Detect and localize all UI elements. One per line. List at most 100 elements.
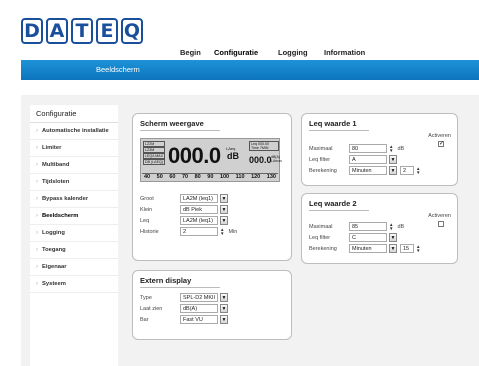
maximaal-label: Maximaal: [309, 145, 333, 152]
maximaal-label: Maximaal: [309, 223, 333, 230]
groot-row: Groot LA2M (leq1) ▼: [140, 194, 228, 203]
logo-letter: D: [21, 18, 43, 44]
maximaal-unit: dB: [397, 223, 405, 230]
chevron-right-icon: ›: [36, 196, 38, 202]
leq-filter-select[interactable]: C: [349, 233, 387, 242]
leq-filter-row: Leq filter A ▼: [309, 155, 397, 164]
nav-begin[interactable]: Begin: [180, 48, 214, 57]
nav-logging[interactable]: Logging: [278, 48, 324, 57]
sidebar-item-systeem[interactable]: › Systeem: [30, 276, 118, 293]
dropdown-arrow-icon[interactable]: ▼: [220, 205, 228, 214]
leq-filter-row: Leq filter C ▼: [309, 233, 397, 242]
activeren-label: Activeren: [428, 213, 451, 219]
sidebar-title: Configuratie: [30, 105, 118, 123]
dropdown-arrow-icon[interactable]: ▼: [220, 304, 228, 313]
extern-display-panel: Extern display Type SPL-D2 MKII ▼ Laat z…: [132, 270, 292, 340]
sidebar-item-bypass-kalender[interactable]: › Bypass kalender: [30, 191, 118, 208]
historie-input[interactable]: 2: [180, 227, 218, 236]
type-row: Type SPL-D2 MKII ▼: [140, 293, 228, 302]
lcd-indicator: DB (LAEQ): [143, 159, 165, 165]
berekening-row: Berekening Minuten ▼ 2 ▲ ▼: [309, 166, 420, 175]
leq-waarde-1-panel: Leq waarde 1 Maximaal 80 ▲ ▼ dB Leq filte…: [301, 113, 458, 186]
nav-configuratie[interactable]: Configuratie: [214, 48, 278, 57]
page-title: Beeldscherm: [96, 65, 140, 74]
sidebar-item-tijdsloten[interactable]: › Tijdsloten: [30, 174, 118, 191]
groot-select[interactable]: LA2M (leq1): [180, 194, 218, 203]
sidebar: Configuratie › Automatische installatie ›…: [30, 105, 118, 366]
sidebar-item-label: Systeem: [42, 281, 66, 287]
dropdown-arrow-icon[interactable]: ▼: [220, 194, 228, 203]
activeren-checkbox[interactable]: ✓: [438, 141, 444, 147]
dateq-logo: D A T E Q: [21, 18, 143, 44]
activeren-checkbox[interactable]: [438, 221, 444, 227]
berekening-row: Berekening Minuten ▼ 15 ▲ ▼: [309, 244, 420, 253]
spinner-icon[interactable]: ▲ ▼: [389, 222, 393, 231]
dropdown-arrow-icon[interactable]: ▼: [220, 293, 228, 302]
dropdown-arrow-icon[interactable]: ▼: [389, 166, 397, 175]
berekening-number[interactable]: 15: [400, 244, 414, 253]
klein-select[interactable]: dB Piek: [180, 205, 218, 214]
top-navigation: Begin Configuratie Logging Information: [180, 48, 365, 57]
chevron-right-icon: ›: [36, 213, 38, 219]
historie-label: Historie: [140, 228, 159, 235]
dropdown-arrow-icon[interactable]: ▼: [220, 315, 228, 324]
spinner-icon[interactable]: ▲ ▼: [416, 244, 420, 253]
leq-filter-label: Leq filter: [309, 234, 331, 241]
berekening-select[interactable]: Minuten: [349, 244, 387, 253]
sidebar-item-logging[interactable]: › Logging: [30, 225, 118, 242]
leq-label: Leq: [140, 217, 150, 224]
sidebar-item-beeldscherm[interactable]: › Beeldscherm: [30, 208, 118, 225]
scale-tick: 80: [194, 174, 201, 180]
spinner-icon[interactable]: ▲ ▼: [220, 227, 224, 236]
dropdown-arrow-icon[interactable]: ▼: [220, 216, 228, 225]
dropdown-arrow-icon[interactable]: ▼: [389, 155, 397, 164]
spinner-icon[interactable]: ▲ ▼: [389, 144, 393, 153]
lcd-main-unit: dB: [227, 151, 239, 161]
title-divider: [140, 287, 220, 288]
sidebar-item-label: Beeldscherm: [42, 213, 79, 219]
scale-tick: 40: [144, 174, 151, 180]
maximaal-unit: dB: [397, 145, 405, 152]
scale-tick: 60: [169, 174, 176, 180]
sidebar-item-label: Multiband: [42, 162, 70, 168]
groot-label: Groot: [140, 195, 154, 202]
sidebar-item-toegang[interactable]: › Toegang: [30, 242, 118, 259]
leq-select[interactable]: LA2M (leq1): [180, 216, 218, 225]
chevron-right-icon: ›: [36, 264, 38, 270]
activeren-label: Activeren: [428, 133, 451, 139]
laat-zien-select[interactable]: dB(A): [180, 304, 218, 313]
sidebar-item-limiter[interactable]: › Limiter: [30, 140, 118, 157]
chevron-right-icon: ›: [36, 145, 38, 151]
lcd-small-value: 000.0: [249, 155, 272, 165]
maximaal-input[interactable]: 80: [349, 144, 387, 153]
sidebar-item-label: Toegang: [42, 247, 66, 253]
lcd-scale: 40 50 60 70 80 90 100 110 120 130: [142, 173, 278, 181]
lcd-small-unit: dB(A) LAmax: [271, 155, 282, 163]
logo-letter: E: [96, 18, 118, 44]
sidebar-item-label: Logging: [42, 230, 65, 236]
berekening-select[interactable]: Minuten: [349, 166, 387, 175]
bar-row: Bar Fast VU ▼: [140, 315, 228, 324]
logo-letter: A: [46, 18, 68, 44]
leq-filter-label: Leq filter: [309, 156, 331, 163]
spinner-icon[interactable]: ▲ ▼: [416, 166, 420, 175]
lcd-time-box: Leq 000.00 Time 7MIN: [249, 141, 279, 151]
sidebar-item-multiband[interactable]: › Multiband: [30, 157, 118, 174]
dropdown-arrow-icon[interactable]: ▼: [389, 233, 397, 242]
sidebar-item-label: Eigenaar: [42, 264, 67, 270]
dropdown-arrow-icon[interactable]: ▼: [389, 244, 397, 253]
maximaal-input[interactable]: 85: [349, 222, 387, 231]
leq-filter-select[interactable]: A: [349, 155, 387, 164]
sidebar-item-automatische-installatie[interactable]: › Automatische installatie: [30, 123, 118, 140]
sidebar-item-eigenaar[interactable]: › Eigenaar: [30, 259, 118, 276]
berekening-number[interactable]: 2: [400, 166, 414, 175]
lcd-preview: LZ2M LZ3M LEQ/LMAX DB (LAEQ) 000.0 LAeq …: [140, 138, 282, 182]
sidebar-item-label: Automatische installatie: [42, 128, 109, 134]
scale-tick: 70: [181, 174, 189, 180]
historie-row: Historie 2 ▲ ▼ Min: [140, 227, 237, 236]
type-select[interactable]: SPL-D2 MKII: [180, 293, 218, 302]
sidebar-item-label: Bypass kalender: [42, 196, 89, 202]
klein-label: Klein: [140, 206, 153, 213]
nav-information[interactable]: Information: [324, 48, 365, 57]
bar-select[interactable]: Fast VU: [180, 315, 218, 324]
